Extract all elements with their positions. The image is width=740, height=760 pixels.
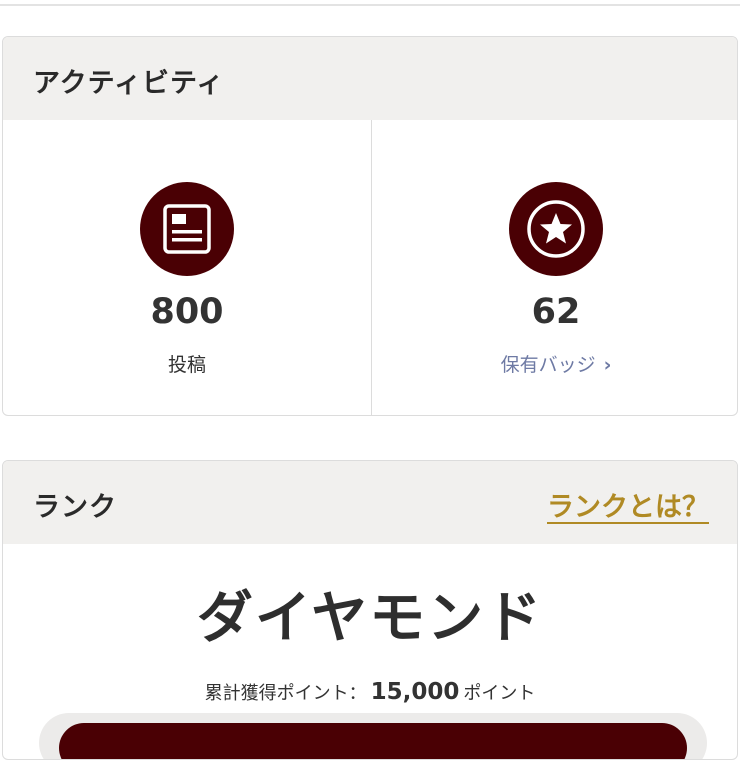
rank-title: ランク [33, 492, 117, 523]
posts-count: 800 [150, 292, 224, 332]
badges-stat: 62 保有バッジ › [371, 120, 737, 415]
rank-card: ランク ランクとは？ ダイヤモンド 累計獲得ポイント： 15,000 ポイント [2, 460, 738, 760]
owned-badges-link[interactable]: 保有バッジ › [372, 350, 737, 377]
points-value: 15,000 [370, 679, 460, 705]
rank-points: 累計獲得ポイント： 15,000 ポイント [3, 679, 737, 705]
rank-help-link[interactable]: ランクとは？ [547, 485, 709, 524]
rank-progress-track [39, 713, 707, 759]
owned-badges-label: 保有バッジ [500, 354, 596, 376]
posts-label: 投稿 [167, 354, 206, 376]
posts-stat: 800 投稿 [3, 120, 371, 415]
chevron-right-icon: › [603, 354, 612, 376]
points-unit: ポイント [463, 683, 536, 704]
rank-progress-fill [59, 723, 687, 759]
article-icon [140, 182, 234, 276]
activity-body: 800 投稿 62 保有バッジ › [3, 120, 737, 415]
activity-card: アクティビティ 800 投稿 62 保有バッジ › [2, 36, 738, 416]
points-label: 累計獲得ポイント： [204, 683, 367, 704]
activity-header: アクティビティ [3, 37, 737, 120]
activity-title: アクティビティ [33, 68, 225, 99]
rank-header: ランク ランクとは？ [3, 461, 737, 544]
star-badge-icon [509, 182, 603, 276]
rank-name: ダイヤモンド [196, 586, 544, 651]
badges-count: 62 [531, 292, 581, 332]
top-divider [0, 4, 740, 6]
